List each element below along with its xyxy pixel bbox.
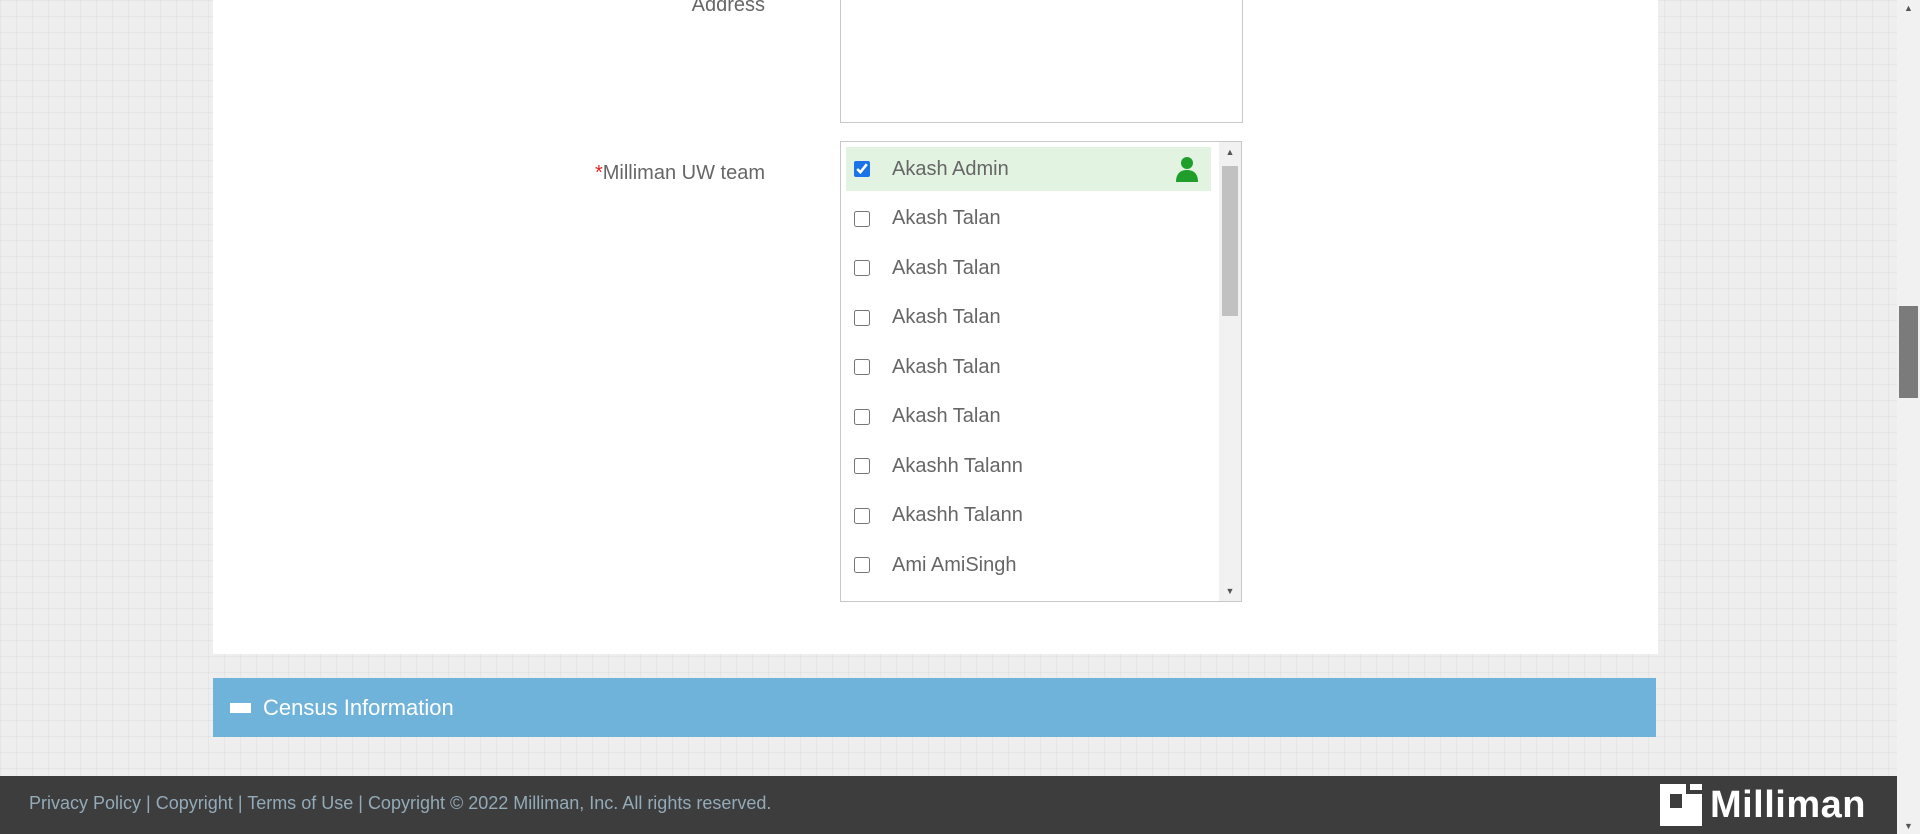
footer: Privacy Policy | Copyright | Terms of Us… <box>0 776 1920 834</box>
privacy-policy-link[interactable]: Privacy Policy <box>29 793 141 813</box>
user-icon <box>1176 157 1198 182</box>
team-label-text: Milliman UW team <box>602 162 765 184</box>
copyright-notice: Copyright © 2022 Milliman, Inc. All righ… <box>367 793 772 813</box>
team-member-item[interactable]: Akash Talan <box>846 246 1211 290</box>
copyright-link[interactable]: Copyright <box>156 793 233 813</box>
team-member-name: Akash Talan <box>892 306 1001 328</box>
footer-separator: | <box>146 793 151 813</box>
team-member-checkbox[interactable] <box>854 507 870 524</box>
team-member-name: Akash Admin <box>892 157 1009 180</box>
team-member-item[interactable]: Akash Talan <box>846 296 1211 340</box>
team-member-name: Akash Talan <box>892 207 1001 229</box>
uw-team-listbox[interactable]: Akash Admin Akash Talan Akash Talan Akas… <box>840 141 1242 602</box>
listbox-scroll-thumb[interactable] <box>1222 166 1238 316</box>
team-member-checkbox[interactable] <box>854 260 870 276</box>
scroll-down-arrow-icon[interactable]: ▼ <box>1219 581 1241 601</box>
census-information-header[interactable]: Census Information <box>213 678 1656 737</box>
team-member-name: Ami AmiSingh <box>892 553 1017 576</box>
team-member-item[interactable]: Akash Admin <box>846 147 1211 191</box>
team-member-checkbox[interactable] <box>854 458 870 474</box>
team-member-item[interactable]: Akashh Talann <box>846 494 1211 538</box>
page-scroll-up-arrow-icon[interactable]: ▲ <box>1897 0 1920 16</box>
page-scroll-thumb[interactable] <box>1899 306 1918 398</box>
terms-of-use-link[interactable]: Terms of Use <box>247 793 353 813</box>
team-member-name: Akash Talan <box>892 405 1001 427</box>
scroll-up-arrow-icon[interactable]: ▲ <box>1219 142 1241 162</box>
team-member-item[interactable]: Akash Talan <box>846 345 1211 389</box>
team-member-checkbox[interactable] <box>854 309 870 326</box>
address-textarea[interactable] <box>840 0 1243 123</box>
collapse-minus-icon[interactable] <box>230 702 251 713</box>
team-member-item[interactable]: Ami AmiSingh <box>846 543 1211 587</box>
team-member-checkbox[interactable] <box>854 161 870 177</box>
team-member-checkbox[interactable] <box>854 359 870 375</box>
team-member-name: Akash Talan <box>892 256 1001 279</box>
milliman-uw-team-label: *Milliman UW team <box>213 162 765 185</box>
milliman-logo-icon <box>1659 784 1702 826</box>
milliman-logo: Milliman <box>1659 783 1866 826</box>
footer-links: Privacy Policy | Copyright | Terms of Us… <box>29 793 771 814</box>
footer-separator: | <box>237 793 243 813</box>
required-marker: * <box>594 162 603 184</box>
team-member-checkbox[interactable] <box>854 210 870 227</box>
team-member-name: Akash Talan <box>892 355 1001 378</box>
milliman-logo-text: Milliman <box>1709 783 1866 826</box>
address-label: Address <box>691 0 765 16</box>
footer-separator: | <box>358 793 363 813</box>
team-member-name: Akashh Talann <box>892 504 1023 526</box>
team-member-checkbox[interactable] <box>854 557 870 573</box>
team-member-name: Akashh Talann <box>892 454 1023 477</box>
form-panel: Address *Milliman UW team Akash Admin Ak… <box>213 0 1658 654</box>
page-scrollbar[interactable]: ▲ ▼ <box>1897 0 1920 834</box>
team-member-item[interactable]: Akash Talan <box>846 197 1211 241</box>
page-scroll-down-arrow-icon[interactable]: ▼ <box>1897 818 1920 834</box>
listbox-scrollbar[interactable]: ▲ ▼ <box>1219 142 1241 601</box>
team-member-item[interactable]: Akashh Talann <box>846 444 1211 488</box>
uw-team-list: Akash Admin Akash Talan Akash Talan Akas… <box>846 147 1211 593</box>
team-member-checkbox[interactable] <box>854 408 870 425</box>
team-member-item[interactable]: Akash Talan <box>846 395 1211 439</box>
census-information-title: Census Information <box>263 694 454 720</box>
